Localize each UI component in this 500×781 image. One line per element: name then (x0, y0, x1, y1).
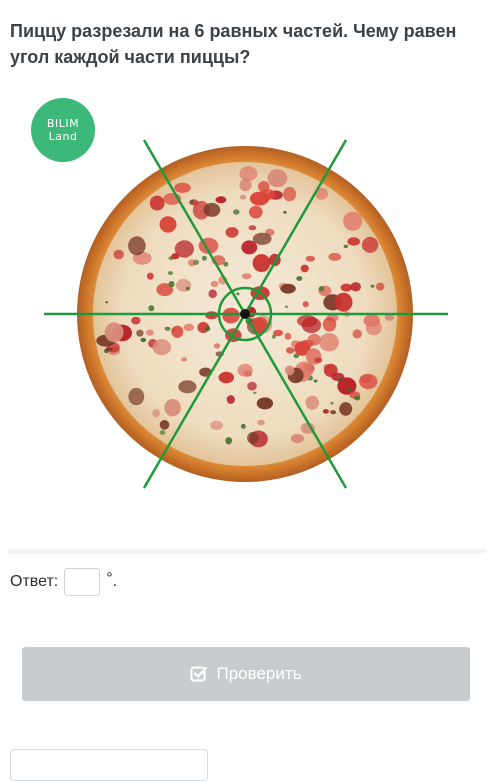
logo-line-2: Land (48, 130, 78, 143)
section-divider (8, 549, 486, 554)
pizza-illustration (44, 139, 448, 489)
logo-line-1: BILIM (46, 117, 80, 130)
answer-input[interactable] (64, 568, 101, 596)
bottom-panel[interactable] (10, 749, 208, 781)
answer-label: Ответ: (10, 573, 59, 590)
answer-terminator: . (112, 573, 118, 590)
bilimland-logo: BILIM Land (31, 98, 95, 162)
center-point (240, 309, 250, 319)
degree-symbol: ° (106, 570, 113, 587)
check-button-label: Проверить (216, 664, 302, 683)
check-button[interactable]: Проверить (22, 647, 470, 701)
answer-row: Ответ: ° . (10, 566, 117, 598)
question-text: Пиццу разрезали на 6 равных частей. Чему… (10, 21, 457, 67)
checkbox-icon (190, 666, 208, 682)
